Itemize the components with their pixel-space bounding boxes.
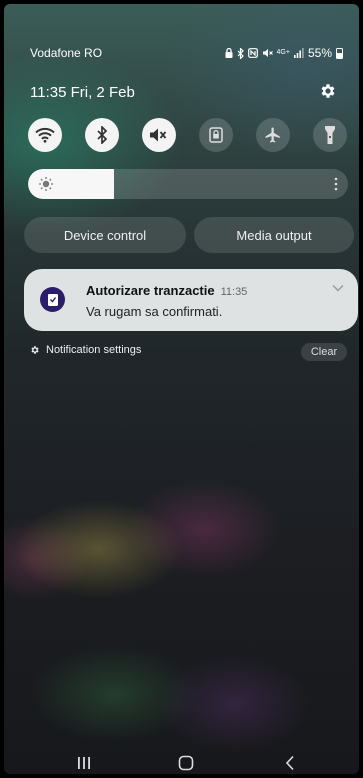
signal-icon — [293, 48, 304, 58]
battery-icon — [336, 47, 343, 59]
brightness-slider[interactable] — [28, 169, 348, 199]
settings-gear-icon[interactable] — [319, 82, 337, 100]
clear-button[interactable]: Clear — [301, 343, 347, 361]
notification-body: Va rugam sa confirmati. — [86, 304, 223, 319]
status-bar: Vodafone RO 4G+ 55% — [30, 46, 343, 62]
recents-icon — [78, 757, 90, 769]
network-type-label: 4G+ — [276, 49, 290, 56]
wifi-toggle[interactable] — [28, 118, 62, 152]
media-output-label: Media output — [236, 227, 312, 243]
bluetooth-icon — [97, 126, 108, 144]
carrier-label: Vodafone RO — [30, 46, 103, 60]
app-icon — [40, 287, 65, 312]
sun-icon — [39, 177, 53, 191]
more-options-icon[interactable] — [334, 177, 338, 191]
mute-small-icon — [262, 49, 273, 57]
bluetooth-small-icon — [237, 47, 244, 59]
notification-title-row: Autorizare tranzactie 11:35 — [86, 283, 247, 298]
airplane-mode-toggle[interactable] — [256, 118, 290, 152]
lock-screen-icon — [225, 48, 233, 58]
clock-date: Fri, 2 Feb — [70, 84, 135, 101]
device-control-button[interactable]: Device control — [24, 217, 186, 253]
notification-title: Autorizare tranzactie — [86, 283, 215, 298]
mute-icon — [150, 128, 167, 142]
device-control-label: Device control — [63, 227, 147, 243]
battery-percent: 55% — [307, 46, 332, 60]
home-button[interactable] — [176, 753, 196, 773]
back-button[interactable] — [280, 753, 300, 773]
notification-settings-label: Notification settings — [46, 344, 142, 356]
date-time: 11:35 Fri, 2 Feb — [30, 84, 135, 101]
gear-icon — [31, 346, 39, 354]
home-icon — [178, 755, 194, 771]
clock-time: 11:35 — [30, 84, 67, 101]
chevron-down-icon[interactable] — [332, 284, 344, 292]
flashlight-toggle[interactable] — [313, 118, 347, 152]
back-icon — [285, 755, 294, 771]
notification-card[interactable]: Autorizare tranzactie 11:35 Va rugam sa c… — [24, 269, 358, 331]
notification-time: 11:35 — [220, 286, 248, 298]
clear-label: Clear — [310, 346, 338, 358]
notification-shade: Vodafone RO 4G+ 55% 11:35 Fri, 2 Feb Dev… — [4, 4, 359, 774]
rotation-lock-toggle[interactable] — [199, 118, 233, 152]
nfc-icon — [247, 48, 258, 58]
airplane-icon — [265, 127, 280, 143]
media-output-button[interactable]: Media output — [194, 217, 354, 253]
recent-apps-button[interactable] — [74, 753, 94, 773]
navigation-bar — [4, 749, 359, 774]
notification-settings-link[interactable]: Notification settings — [30, 344, 141, 356]
app-logo-icon — [47, 293, 58, 306]
wifi-icon — [35, 127, 55, 143]
lock-icon — [209, 127, 223, 143]
bluetooth-toggle[interactable] — [85, 118, 119, 152]
status-icons: 4G+ 55% — [225, 46, 343, 60]
flashlight-icon — [325, 126, 335, 144]
sound-toggle[interactable] — [142, 118, 176, 152]
quick-settings-toggles — [28, 118, 347, 152]
